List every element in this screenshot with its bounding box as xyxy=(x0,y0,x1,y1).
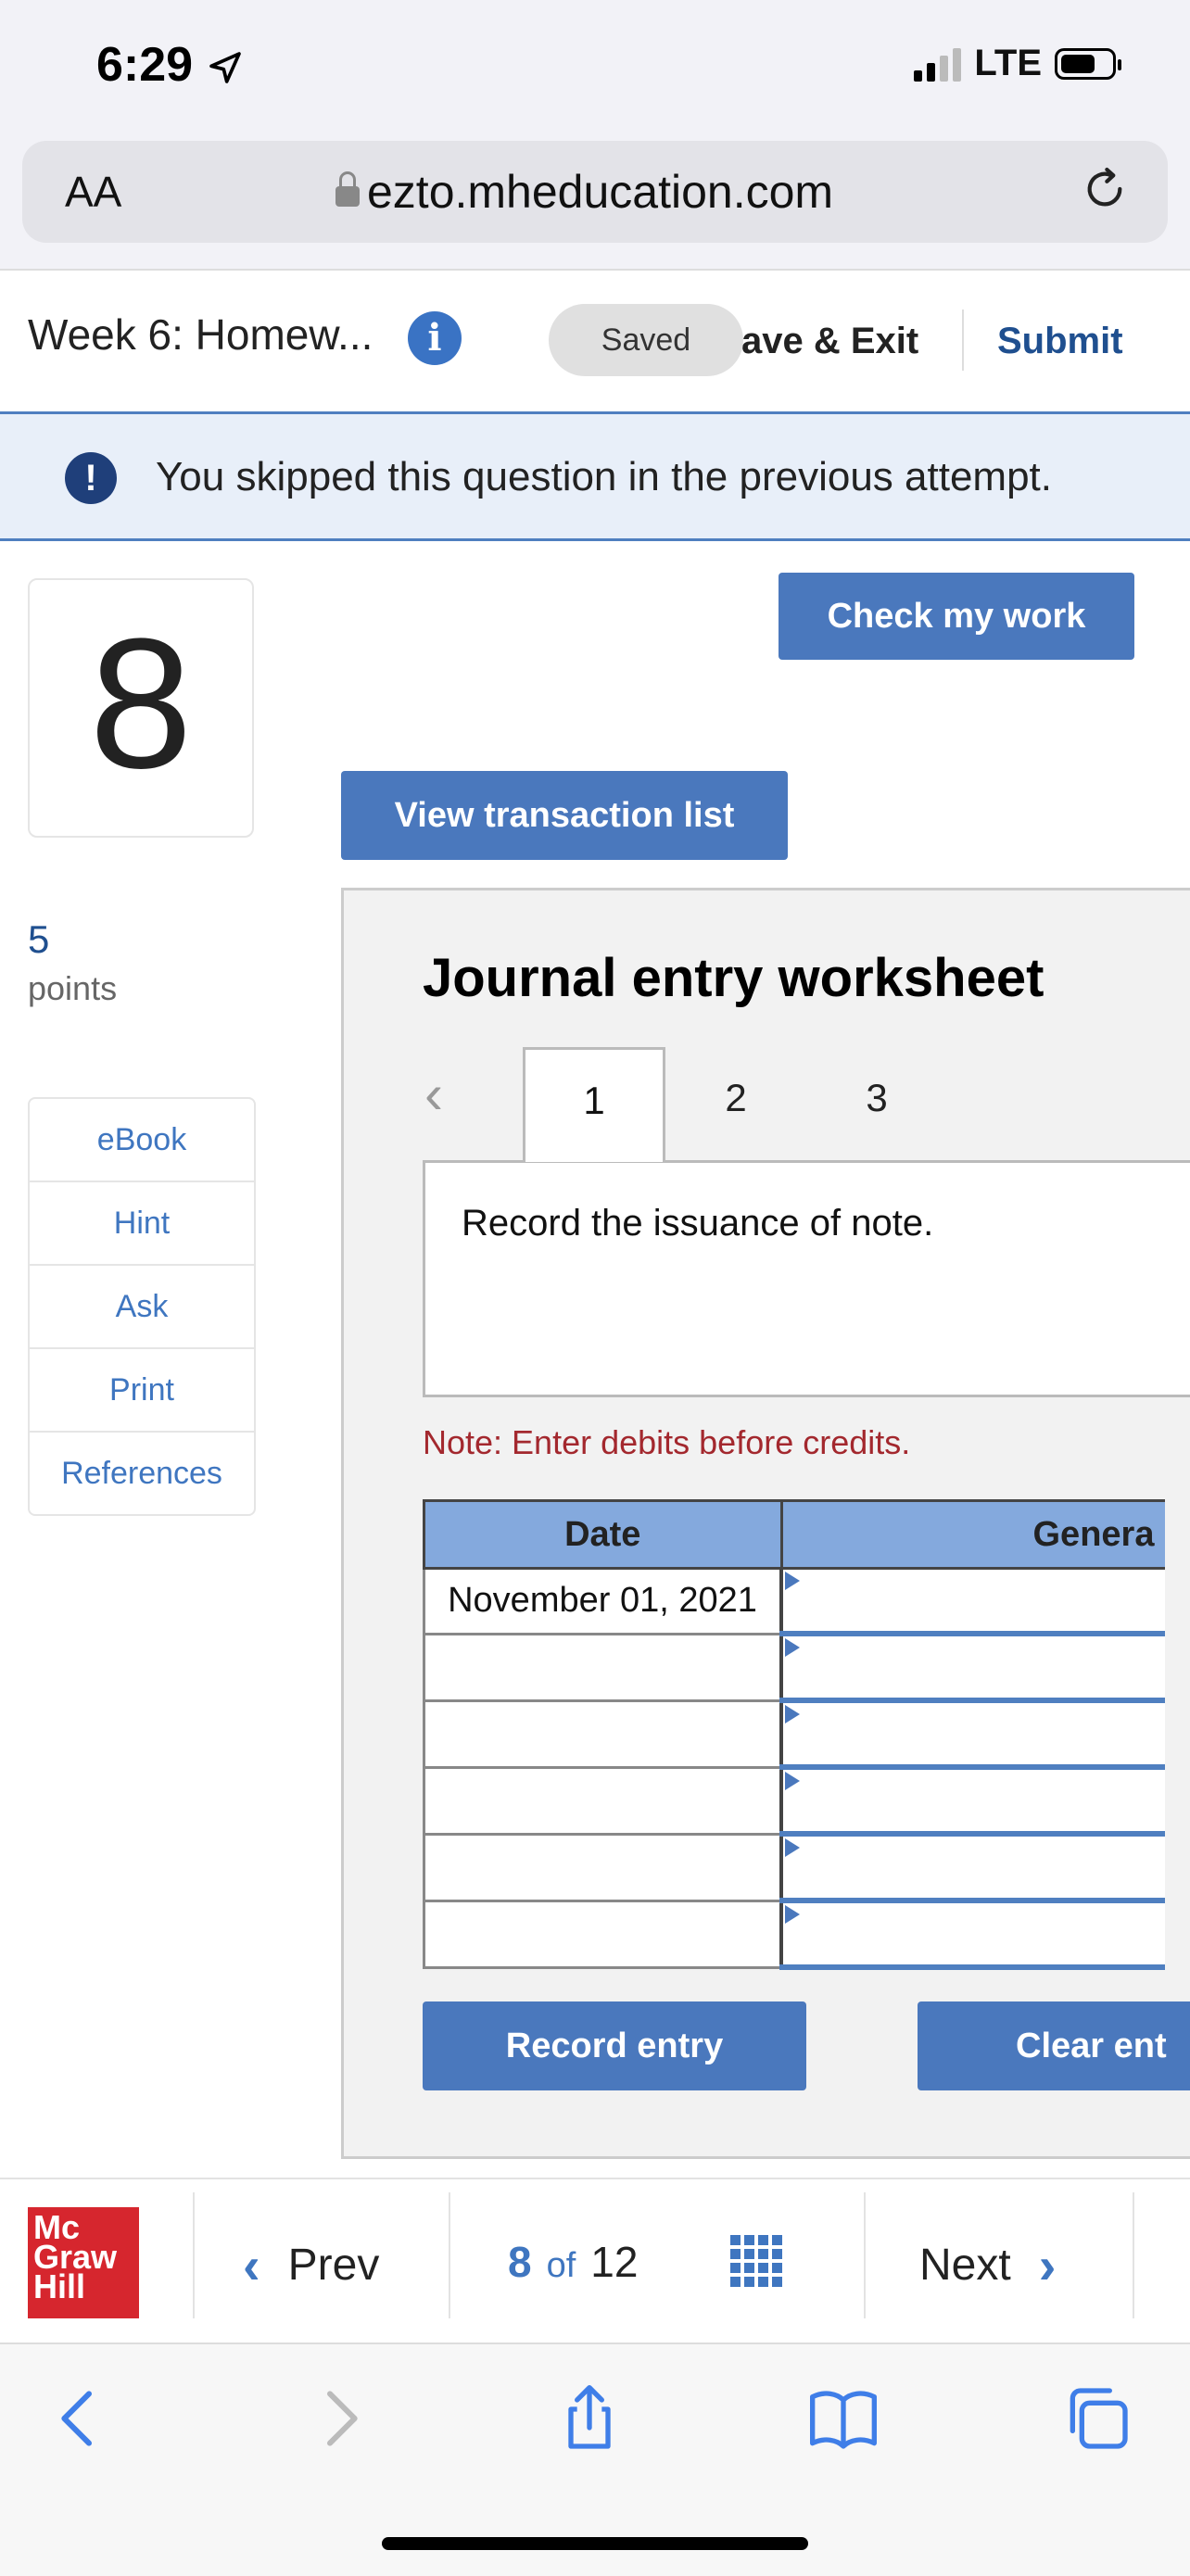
url-text: ezto.mheducation.com xyxy=(367,166,834,218)
journal-table: Date Genera November 01, 2021 xyxy=(423,1499,1165,1970)
forward-icon[interactable] xyxy=(302,2381,376,2456)
table-row: November 01, 2021 xyxy=(423,1567,1165,1636)
alert-icon: ! xyxy=(65,452,117,504)
date-cell[interactable] xyxy=(423,1632,783,1702)
chevron-left-icon[interactable]: ‹ xyxy=(424,1062,443,1126)
nav-divider xyxy=(193,2192,195,2318)
banner-text: You skipped this question in the previou… xyxy=(156,454,1052,499)
location-arrow-icon xyxy=(209,52,241,84)
info-icon[interactable]: i xyxy=(408,311,462,365)
check-my-work-button[interactable]: Check my work xyxy=(779,573,1134,660)
home-indicator xyxy=(382,2537,808,2550)
dropdown-marker-icon xyxy=(785,1772,800,1790)
header-divider xyxy=(0,269,1190,271)
tab-3[interactable]: 3 xyxy=(821,1047,932,1149)
dropdown-marker-icon xyxy=(785,1838,800,1857)
account-select[interactable] xyxy=(779,1899,1165,1970)
date-cell[interactable] xyxy=(423,1698,783,1769)
logo-line: Hill xyxy=(33,2267,86,2305)
print-link[interactable]: Print xyxy=(30,1349,254,1433)
text-size-button[interactable]: AA xyxy=(65,167,121,217)
network-label: LTE xyxy=(974,43,1042,83)
account-select[interactable] xyxy=(779,1567,1165,1636)
nav-divider xyxy=(1133,2192,1134,2318)
next-button[interactable]: Next › xyxy=(919,2235,1056,2295)
ask-link[interactable]: Ask xyxy=(30,1266,254,1349)
status-indicators: LTE xyxy=(914,43,1121,84)
save-exit-button[interactable]: ave & Exit xyxy=(741,321,918,362)
question-pager[interactable]: 8 of 12 xyxy=(508,2237,638,2287)
submit-button[interactable]: Submit xyxy=(997,321,1123,362)
entry-note: Note: Enter debits before credits. xyxy=(423,1423,911,1461)
chevron-right-icon: › xyxy=(1038,2236,1057,2294)
account-select[interactable] xyxy=(779,1632,1165,1703)
table-row xyxy=(423,1632,1165,1703)
date-cell[interactable] xyxy=(423,1765,783,1836)
points-value: 5 xyxy=(28,917,50,961)
transaction-description: Record the issuance of note. xyxy=(462,1203,934,1244)
share-icon[interactable] xyxy=(552,2381,627,2456)
nav-divider xyxy=(864,2192,866,2318)
account-select[interactable] xyxy=(779,1698,1165,1770)
lock-icon xyxy=(335,171,360,207)
view-transaction-list-button[interactable]: View transaction list xyxy=(341,771,788,860)
dropdown-marker-icon xyxy=(785,1905,800,1924)
tabs-icon[interactable] xyxy=(1060,2381,1134,2456)
battery-icon xyxy=(1055,47,1121,80)
hint-link[interactable]: Hint xyxy=(30,1182,254,1266)
signal-icon xyxy=(914,46,962,82)
table-row xyxy=(423,1832,1165,1903)
mcgraw-hill-logo: Mc Graw Hill xyxy=(28,2207,139,2318)
account-select[interactable] xyxy=(779,1765,1165,1837)
saved-badge: Saved xyxy=(549,304,743,376)
current-question: 8 xyxy=(508,2238,532,2286)
prev-button[interactable]: ‹ Prev xyxy=(243,2235,379,2295)
clear-entry-button[interactable]: Clear ent xyxy=(918,2001,1190,2090)
question-number: 8 xyxy=(89,600,193,807)
tab-1[interactable]: 1 xyxy=(523,1047,665,1162)
dropdown-marker-icon xyxy=(785,1638,800,1657)
ebook-link[interactable]: eBook xyxy=(30,1099,254,1182)
next-label: Next xyxy=(919,2241,1011,2290)
date-cell[interactable]: November 01, 2021 xyxy=(423,1567,783,1635)
date-cell[interactable] xyxy=(423,1832,783,1902)
question-grid-icon[interactable] xyxy=(730,2235,782,2287)
dropdown-marker-icon xyxy=(785,1572,800,1590)
chevron-left-icon: ‹ xyxy=(243,2236,260,2294)
resource-links: eBook Hint Ask Print References xyxy=(28,1097,256,1516)
table-row xyxy=(423,1899,1165,1970)
tab-2[interactable]: 2 xyxy=(680,1047,791,1149)
dropdown-marker-icon xyxy=(785,1705,800,1724)
account-select[interactable] xyxy=(779,1832,1165,1903)
table-row xyxy=(423,1765,1165,1837)
url-display[interactable]: ezto.mheducation.com xyxy=(335,165,833,219)
points-label: points xyxy=(28,969,118,1007)
column-header-date: Date xyxy=(423,1499,783,1570)
assignment-title[interactable]: Week 6: Homew... xyxy=(28,309,373,360)
prev-label: Prev xyxy=(287,2241,380,2290)
column-header-general-journal: Genera xyxy=(779,1499,1165,1570)
table-row xyxy=(423,1698,1165,1770)
status-time: 6:29 xyxy=(96,37,244,93)
references-link[interactable]: References xyxy=(30,1433,254,1514)
pager-of: of xyxy=(546,2246,576,2285)
date-cell[interactable] xyxy=(423,1899,783,1969)
nav-divider xyxy=(449,2192,450,2318)
reload-icon[interactable] xyxy=(1079,163,1131,215)
record-entry-button[interactable]: Record entry xyxy=(423,2001,806,2090)
back-icon[interactable] xyxy=(43,2381,117,2456)
transaction-description-box xyxy=(423,1160,1190,1397)
worksheet-title: Journal entry worksheet xyxy=(423,948,1044,1008)
bookmarks-icon[interactable] xyxy=(806,2381,880,2456)
total-questions: 12 xyxy=(590,2238,639,2286)
header-separator xyxy=(962,309,964,371)
